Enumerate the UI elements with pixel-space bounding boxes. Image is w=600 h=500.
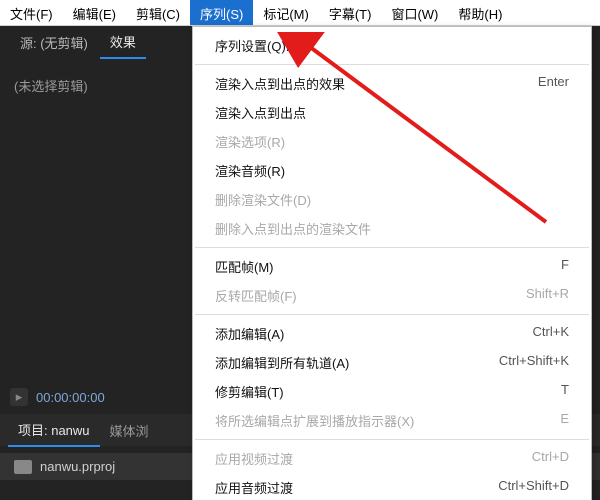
menu-item-shortcut: Shift+R bbox=[526, 286, 569, 305]
menu-item-2-0[interactable]: 匹配帧(M) F bbox=[193, 252, 591, 281]
menu-item-1-2: 渲染选项(R) bbox=[193, 127, 591, 156]
menu-item-1-5: 删除入点到出点的渲染文件 bbox=[193, 214, 591, 243]
menu-item-1-1[interactable]: 渲染入点到出点 bbox=[193, 98, 591, 127]
menubar-item-1[interactable]: 编辑(E) bbox=[63, 0, 126, 25]
menu-item-label: 渲染入点到出点 bbox=[215, 103, 306, 122]
menu-item-label: 修剪编辑(T) bbox=[215, 382, 284, 401]
menu-item-1-3[interactable]: 渲染音频(R) bbox=[193, 156, 591, 185]
menu-item-label: 将所选编辑点扩展到播放指示器(X) bbox=[215, 411, 414, 430]
menu-item-label: 添加编辑(A) bbox=[215, 324, 284, 343]
menu-item-4-1[interactable]: 应用音频过渡 Ctrl+Shift+D bbox=[193, 473, 591, 500]
menu-item-label: 添加编辑到所有轨道(A) bbox=[215, 353, 349, 372]
menu-item-label: 应用视频过渡 bbox=[215, 449, 293, 468]
tab-effects[interactable]: 效果 bbox=[100, 26, 146, 59]
menu-item-3-3: 将所选编辑点扩展到播放指示器(X) E bbox=[193, 406, 591, 435]
project-file-name: nanwu.prproj bbox=[40, 459, 115, 474]
menu-item-2-1: 反转匹配帧(F) Shift+R bbox=[193, 281, 591, 310]
menu-item-label: 删除入点到出点的渲染文件 bbox=[215, 219, 371, 238]
source-label: 源: (无剪辑) bbox=[8, 27, 100, 58]
menu-item-3-2[interactable]: 修剪编辑(T) T bbox=[193, 377, 591, 406]
menu-item-shortcut: Ctrl+Shift+D bbox=[498, 478, 569, 497]
menu-item-3-1[interactable]: 添加编辑到所有轨道(A) Ctrl+Shift+K bbox=[193, 348, 591, 377]
menu-item-shortcut: Ctrl+K bbox=[533, 324, 569, 343]
menu-item-shortcut: T bbox=[561, 382, 569, 401]
menu-item-label: 渲染选项(R) bbox=[215, 132, 285, 151]
menu-separator bbox=[195, 314, 589, 315]
menubar-item-6[interactable]: 窗口(W) bbox=[381, 0, 448, 25]
menu-item-shortcut: F bbox=[561, 257, 569, 276]
menubar: 文件(F)编辑(E)剪辑(C)序列(S)标记(M)字幕(T)窗口(W)帮助(H) bbox=[0, 0, 600, 26]
tab-media-browser[interactable]: 媒体浏 bbox=[100, 415, 159, 446]
menu-item-shortcut: Ctrl+Shift+K bbox=[499, 353, 569, 372]
menu-item-shortcut: E bbox=[560, 411, 569, 430]
menubar-item-2[interactable]: 剪辑(C) bbox=[126, 0, 190, 25]
menubar-item-7[interactable]: 帮助(H) bbox=[448, 0, 512, 25]
folder-icon bbox=[14, 460, 32, 474]
menu-item-label: 序列设置(Q)... bbox=[215, 36, 297, 55]
timecode-row: ▸ 00:00:00:00 bbox=[0, 382, 115, 412]
menu-item-label: 删除渲染文件(D) bbox=[215, 190, 311, 209]
menu-separator bbox=[195, 439, 589, 440]
play-icon[interactable]: ▸ bbox=[10, 388, 28, 406]
timecode-value: 00:00:00:00 bbox=[36, 390, 105, 405]
menu-separator bbox=[195, 64, 589, 65]
menu-item-shortcut: Ctrl+D bbox=[532, 449, 569, 468]
menu-item-label: 渲染入点到出点的效果 bbox=[215, 74, 345, 93]
menu-item-0-0[interactable]: 序列设置(Q)... bbox=[193, 31, 591, 60]
menubar-item-4[interactable]: 标记(M) bbox=[253, 0, 319, 25]
menu-item-label: 渲染音频(R) bbox=[215, 161, 285, 180]
menubar-item-5[interactable]: 字幕(T) bbox=[319, 0, 382, 25]
menu-item-1-4: 删除渲染文件(D) bbox=[193, 185, 591, 214]
menu-separator bbox=[195, 247, 589, 248]
menubar-item-0[interactable]: 文件(F) bbox=[0, 0, 63, 25]
menu-item-3-0[interactable]: 添加编辑(A) Ctrl+K bbox=[193, 319, 591, 348]
sequence-menu-dropdown: 序列设置(Q)... 渲染入点到出点的效果 Enter 渲染入点到出点渲染选项(R) 渲… bbox=[192, 26, 592, 500]
menu-item-label: 应用音频过渡 bbox=[215, 478, 293, 497]
menu-item-label: 反转匹配帧(F) bbox=[215, 286, 297, 305]
menu-item-shortcut: Enter bbox=[538, 74, 569, 93]
menu-item-4-0: 应用视频过渡 Ctrl+D bbox=[193, 444, 591, 473]
menu-item-1-0[interactable]: 渲染入点到出点的效果 Enter bbox=[193, 69, 591, 98]
menu-item-label: 匹配帧(M) bbox=[215, 257, 274, 276]
menubar-item-3[interactable]: 序列(S) bbox=[190, 0, 253, 25]
tab-project[interactable]: 项目: nanwu bbox=[8, 414, 100, 447]
